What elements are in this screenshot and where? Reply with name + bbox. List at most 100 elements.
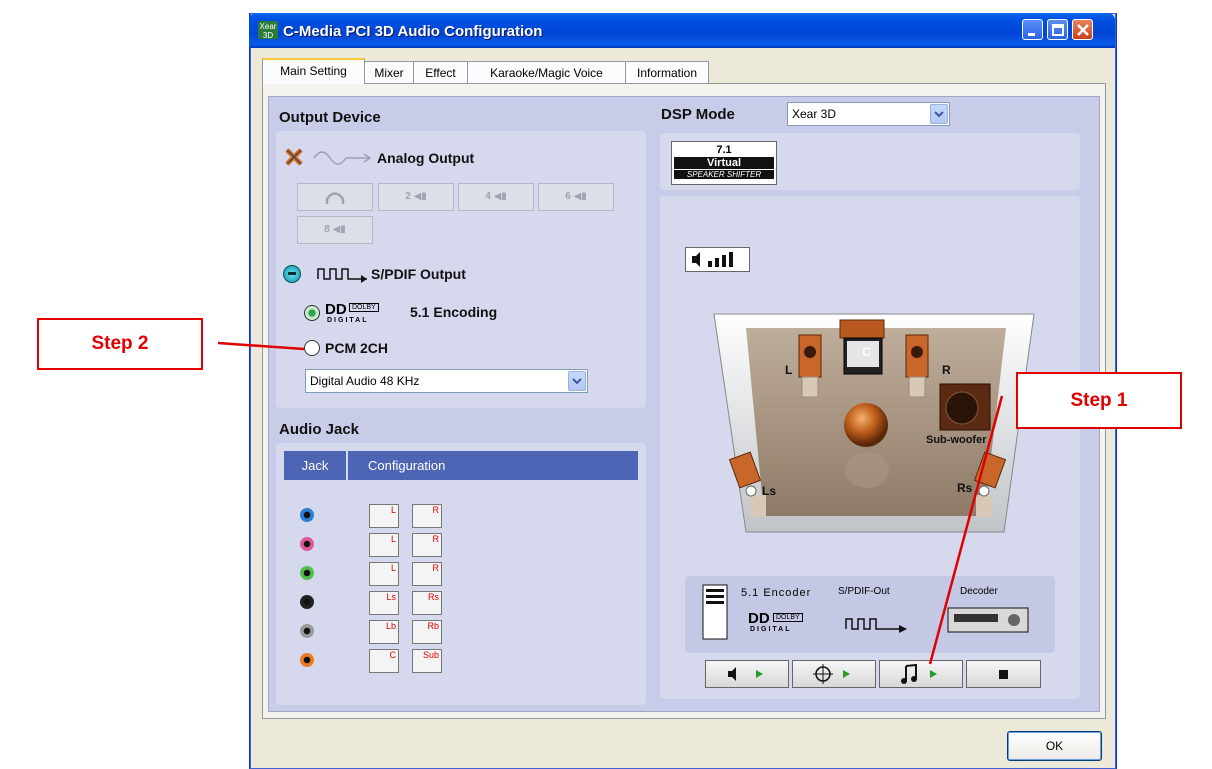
- jack-config-label: Rs: [428, 592, 439, 602]
- encoding-radio[interactable]: [304, 305, 320, 321]
- speaker-label-sub: Sub-woofer: [926, 434, 987, 446]
- configuration-column-header: Configuration: [368, 458, 446, 473]
- pcm-2ch-radio[interactable]: [304, 340, 320, 356]
- jack-config-left-button[interactable]: L: [369, 533, 399, 557]
- spdif-out-label: S/PDIF-Out: [838, 586, 890, 597]
- encoding-label: 5.1 Encoding: [410, 304, 498, 320]
- chevron-down-icon: [568, 371, 586, 391]
- maximize-button[interactable]: [1047, 19, 1068, 40]
- music-test-button[interactable]: [879, 660, 963, 688]
- ok-button[interactable]: OK: [1007, 731, 1102, 761]
- jack-config-label: Ls: [386, 592, 396, 602]
- app-icon: Xear 3D: [258, 21, 278, 40]
- decoder-label: Decoder: [960, 586, 998, 597]
- tab-main-setting[interactable]: Main Setting: [262, 58, 365, 84]
- tab-information[interactable]: Information: [625, 61, 709, 83]
- dsp-mode-value: Xear 3D: [792, 107, 837, 121]
- badge-line2: Virtual: [674, 157, 774, 169]
- jack-config-label: L: [390, 534, 396, 544]
- jack-config-left-button[interactable]: L: [369, 562, 399, 586]
- virtual-speaker-shifter-button[interactable]: 7.1 Virtual SPEAKER SHIFTER: [671, 141, 777, 185]
- jack-color-icon: [300, 537, 314, 551]
- window-title: C-Media PCI 3D Audio Configuration: [283, 23, 543, 40]
- speaker-label-rs: Rs: [957, 481, 973, 495]
- jack-config-label: R: [432, 505, 440, 515]
- headphone-icon: [325, 192, 345, 204]
- analog-wave-icon: [313, 151, 372, 165]
- analog-output-label: Analog Output: [377, 150, 475, 166]
- 6-speaker-label: 6: [565, 191, 571, 202]
- jack-color-icon: [300, 653, 314, 667]
- jack-config-right-button[interactable]: R: [412, 533, 442, 557]
- jack-config-right-button[interactable]: R: [412, 562, 442, 586]
- 3d-test-button[interactable]: [792, 660, 876, 688]
- jack-color-icon: [300, 566, 314, 580]
- spdif-enabled-icon[interactable]: [283, 265, 301, 283]
- dd-mark-icon: DD: [748, 610, 770, 627]
- jack-config-label: Rb: [427, 621, 439, 631]
- 8-speaker-label: 8: [324, 224, 330, 235]
- step-2-callout: Step 2: [37, 318, 203, 370]
- jack-config-label: R: [432, 534, 440, 544]
- speaker-volume-icon: [692, 252, 733, 267]
- maximize-icon: [1052, 24, 1064, 36]
- speaker-label-center: C: [862, 345, 871, 359]
- close-icon: [1077, 24, 1089, 36]
- jack-column-header: Jack: [284, 451, 348, 480]
- jack-color-icon: [300, 624, 314, 638]
- close-button[interactable]: [1072, 19, 1093, 40]
- speaker-play-icon: [728, 667, 763, 681]
- jack-table-header: Jack Configuration: [284, 451, 638, 480]
- jack-config-right-button[interactable]: Sub: [412, 649, 442, 673]
- jack-config-left-button[interactable]: Lb: [369, 620, 399, 644]
- music-play-icon: [901, 663, 937, 684]
- dolby-badge: DOLBY: [773, 613, 803, 622]
- badge-line3: SPEAKER SHIFTER: [674, 170, 774, 179]
- jack-config-right-button[interactable]: Rb: [412, 620, 442, 644]
- jack-config-left-button[interactable]: L: [369, 504, 399, 528]
- dsp-mode-select[interactable]: Xear 3D: [787, 102, 950, 126]
- dolby-digital-logo-small: DD DOLBY DIGITAL: [748, 611, 828, 637]
- spdif-out-wave-icon: [845, 618, 907, 633]
- headphone-button[interactable]: [297, 183, 373, 211]
- decoder-receiver-icon: [947, 607, 1029, 633]
- audio-jack-group: [276, 443, 646, 705]
- minimize-button[interactable]: [1022, 19, 1043, 40]
- jack-config-label: Sub: [422, 650, 439, 660]
- digital-text: DIGITAL: [750, 626, 792, 633]
- jack-color-icon: [300, 595, 314, 609]
- speaker-label-ls: Ls: [762, 484, 777, 498]
- speaker-icon: ◀▮: [573, 191, 587, 202]
- 6-speaker-button[interactable]: 6 ◀▮: [538, 183, 614, 211]
- speaker-test-button[interactable]: [705, 660, 789, 688]
- jack-config-right-button[interactable]: R: [412, 504, 442, 528]
- tab-effect[interactable]: Effect: [413, 61, 468, 83]
- encoder-label: 5.1 Encoder: [741, 587, 812, 599]
- jack-config-label: C: [389, 650, 397, 660]
- spdif-output-label: S/PDIF Output: [371, 266, 466, 282]
- jack-config-label: Lb: [385, 621, 396, 631]
- jack-config-right-button[interactable]: Rs: [412, 591, 442, 615]
- spdif-wave-icon: [317, 268, 367, 283]
- sample-rate-value: Digital Audio 48 KHz: [310, 374, 420, 388]
- stop-button[interactable]: [966, 660, 1041, 688]
- jack-config-label: L: [390, 505, 396, 515]
- speaker-label-right: R: [942, 363, 951, 377]
- jack-config-left-button[interactable]: Ls: [369, 591, 399, 615]
- 8-speaker-button[interactable]: 8 ◀▮: [297, 216, 373, 244]
- output-device-heading: Output Device: [279, 109, 381, 126]
- dolby-digital-logo: DD DOLBY DIGITAL: [325, 301, 405, 327]
- 2-speaker-label: 2: [405, 191, 411, 202]
- sample-rate-select[interactable]: Digital Audio 48 KHz: [305, 369, 588, 393]
- 2-speaker-button[interactable]: 2 ◀▮: [378, 183, 454, 211]
- step-1-callout: Step 1: [1016, 372, 1182, 429]
- jack-config-left-button[interactable]: C: [369, 649, 399, 673]
- jack-color-icon: [300, 508, 314, 522]
- 4-speaker-button[interactable]: 4 ◀▮: [458, 183, 534, 211]
- tab-mixer[interactable]: Mixer: [364, 61, 414, 83]
- tab-karaoke[interactable]: Karaoke/Magic Voice: [467, 61, 626, 83]
- volume-test-button[interactable]: [685, 247, 750, 272]
- speaker-icon: ◀▮: [493, 191, 507, 202]
- chevron-down-icon: [930, 104, 948, 124]
- jack-config-label: R: [432, 563, 440, 573]
